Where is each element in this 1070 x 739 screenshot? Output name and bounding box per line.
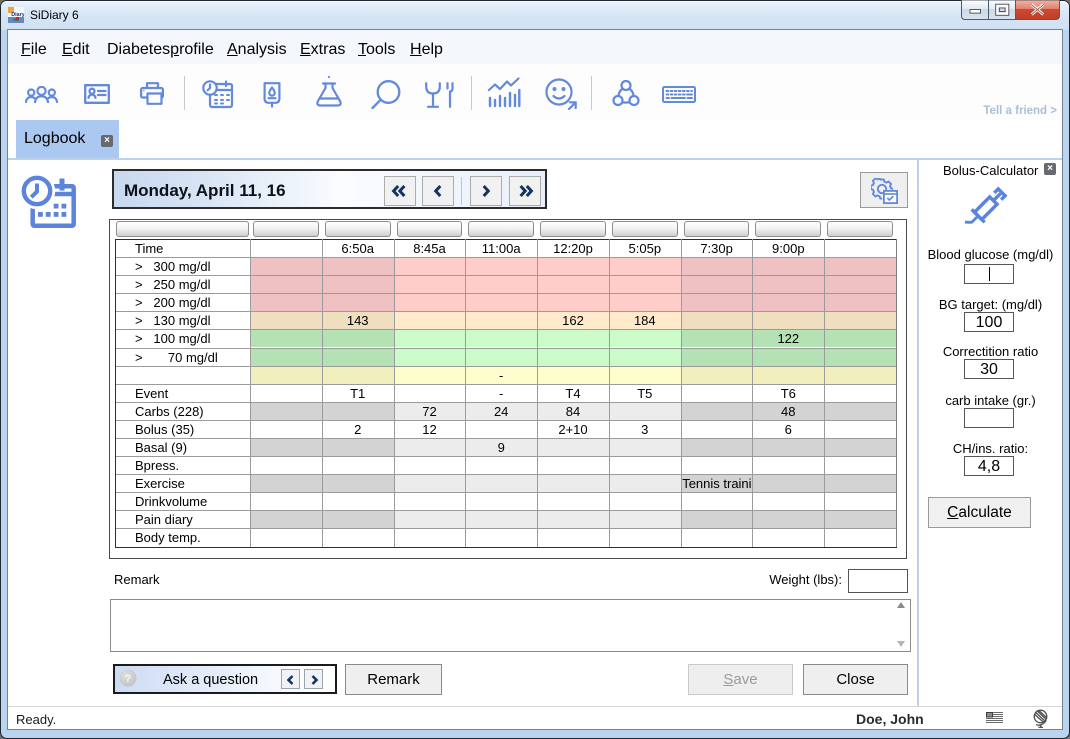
svg-text:?: ? [125, 673, 132, 685]
